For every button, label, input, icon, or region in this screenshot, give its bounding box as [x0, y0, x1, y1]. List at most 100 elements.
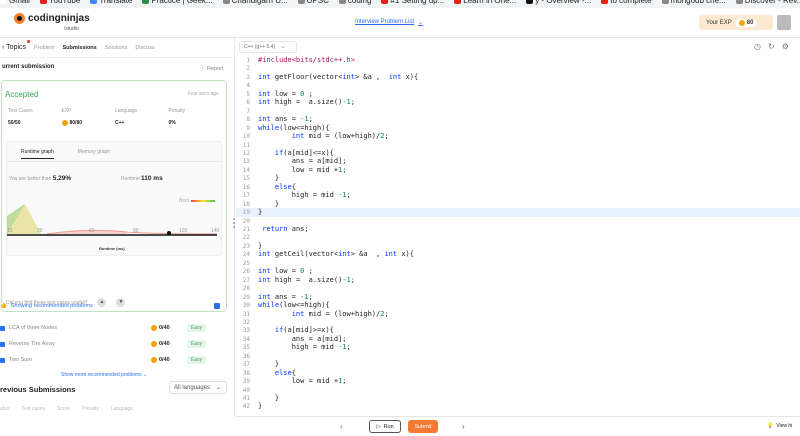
code-text: else{: [274, 368, 296, 377]
bookmark-item[interactable]: y - Overview -...: [526, 0, 601, 8]
bookmark-item[interactable]: Chandigarh U...: [222, 0, 298, 8]
code-text: if(a[mid]>=x){: [274, 326, 334, 335]
bookmark-favicon-icon: [735, 0, 743, 4]
code-text: low = mid +1;: [258, 377, 347, 386]
col-score: Score: [57, 406, 71, 412]
runtime-distribution-chart: [7, 204, 218, 236]
bookmark-label: UPSC: [306, 0, 329, 5]
points-value: 0/40: [159, 325, 170, 331]
bookmark-item[interactable]: Discover - Rev...: [735, 0, 800, 8]
tab-solutions[interactable]: Solutions: [105, 39, 128, 57]
code-text: while(low<=high){: [258, 301, 330, 310]
language-select[interactable]: C++ (g++ 5.4) ⌄: [239, 41, 297, 53]
line-number: 29: [242, 293, 250, 301]
problem-name: Reverse The Array: [9, 341, 55, 347]
line-number: 18: [242, 200, 250, 208]
x-tick: 90: [133, 228, 139, 234]
reset-icon[interactable]: ↻: [768, 42, 775, 51]
submit-button[interactable]: Submit: [408, 420, 438, 433]
bookmark-label: YouTube: [48, 0, 81, 5]
view-hint-label: View hi: [776, 423, 793, 429]
stat-exp: EXP 80/80: [61, 108, 116, 126]
chevron-down-icon: ⌄: [281, 44, 286, 50]
next-arrow-icon[interactable]: ›: [462, 422, 465, 431]
bulb-icon: 💡: [767, 423, 774, 429]
line-number: 12: [242, 149, 250, 157]
code-text: ans = a[mid];: [258, 157, 347, 166]
list-item[interactable]: Reverse The Array 0/40 Easy: [0, 339, 226, 349]
recommended-toggle[interactable]: [214, 303, 220, 309]
tab-runtime-graph[interactable]: Runtime graph: [21, 149, 54, 159]
report-label: Report: [207, 66, 224, 72]
code-text: int mid = (low+high)/2;: [291, 309, 389, 318]
code-line: 14 low = mid +1;: [236, 166, 800, 175]
bookmark-item[interactable]: Practice | Geek...: [142, 0, 222, 8]
line-number: 22: [242, 234, 250, 242]
logo[interactable]: codingninjas: [14, 13, 90, 24]
bookmark-item[interactable]: Gmail: [0, 0, 40, 8]
bookmark-favicon-icon: [661, 0, 669, 4]
problem-list-dropdown[interactable]: Interview Problem List ⌄: [355, 19, 423, 26]
code-line: 5 int low = 0 ;: [236, 90, 800, 99]
tab-discuss[interactable]: Discuss: [135, 39, 154, 57]
bookmark-item[interactable]: coding: [338, 0, 382, 8]
coin-icon: [151, 325, 157, 331]
bookmark-label: Practice | Geek...: [151, 0, 213, 5]
code-text: }: [258, 394, 280, 402]
points-value: 0/40: [159, 341, 170, 347]
list-item[interactable]: Two Sum 0/40 Easy: [0, 355, 226, 365]
bookmark-favicon-icon: [297, 0, 305, 4]
code-text: int getCeil(vector<int> &a , int x){: [258, 250, 414, 259]
line-number: 17: [242, 192, 250, 200]
avatar[interactable]: [777, 15, 791, 30]
x-tick: 30: [37, 228, 43, 234]
app-root: Gmail YouTube Translate Practice | Geek... C…: [0, 0, 800, 436]
line-number: 4: [246, 82, 250, 90]
report-button[interactable]: ⓘ Report: [200, 64, 224, 72]
run-button[interactable]: ▷ Run: [369, 420, 401, 433]
editor-toolbar: C++ (g++ 5.4) ⌄ ◷ ↻ ⚙: [236, 38, 800, 56]
tab-problem[interactable]: Problem: [34, 39, 54, 57]
line-number: 19: [242, 209, 250, 217]
language-filter-select[interactable]: All languages ⌄: [169, 381, 227, 394]
exp-label: Your EXP: [706, 19, 732, 26]
tab-topics[interactable]: ‹ Topics: [2, 38, 31, 57]
settings-gear-icon[interactable]: ⚙: [782, 42, 789, 51]
code-line: 9 while(low<=high){: [236, 124, 800, 133]
problem-icon: [0, 341, 5, 347]
bookmark-item[interactable]: YouTube: [39, 0, 90, 8]
code-line: 19}: [236, 208, 800, 217]
bookmark-item[interactable]: to complete: [601, 0, 661, 8]
show-more-link[interactable]: Show more recommended problems ⌄: [61, 372, 147, 378]
bookmark-item[interactable]: #1 Setting up...: [381, 0, 454, 8]
code-text: }: [258, 360, 280, 369]
clock-icon[interactable]: ◷: [754, 42, 761, 51]
code-line: 29 int ans = -1;: [236, 293, 800, 302]
tab-memory-graph[interactable]: Memory graph: [78, 149, 110, 155]
list-item[interactable]: LCA of three Nodes 0/40 Easy: [0, 323, 226, 333]
stat-value: 50/50: [8, 120, 21, 126]
code-line: 11: [236, 141, 800, 150]
code-text: int high = a.size()-1;: [258, 275, 355, 284]
exp-badge[interactable]: Your EXP 80: [699, 15, 773, 30]
tab-submissions[interactable]: Submissions: [63, 39, 97, 57]
coin-icon: [61, 120, 68, 126]
code-text: int high = a.size()-1;: [258, 98, 355, 107]
bookmark-label: mongodb che...: [670, 0, 726, 5]
code-text: int mid = (low+high)/2;: [291, 132, 389, 141]
chevron-down-icon: ⌄: [216, 385, 222, 391]
prev-arrow-icon[interactable]: ‹: [340, 422, 343, 431]
line-number: 14: [242, 166, 250, 174]
exp-value-box: 80: [735, 18, 757, 27]
code-line: 2: [236, 64, 800, 73]
bookmark-label: y - Overview -...: [535, 0, 592, 5]
line-number: 28: [242, 285, 250, 293]
bookmarks-bar: Gmail YouTube Translate Practice | Geek... C…: [0, 0, 800, 8]
bookmark-favicon-icon: [142, 0, 150, 4]
bookmark-item[interactable]: Translate: [90, 0, 142, 8]
view-hint-button[interactable]: 💡 View hi: [767, 423, 792, 429]
bookmark-item[interactable]: Learn in One...: [454, 0, 526, 8]
bookmark-item[interactable]: UPSC: [297, 0, 339, 8]
bookmark-item[interactable]: mongodb che...: [661, 0, 736, 8]
code-editor[interactable]: 1 #include<bits/stdc++.h> 2 3 int getFloor(v…: [236, 56, 800, 416]
